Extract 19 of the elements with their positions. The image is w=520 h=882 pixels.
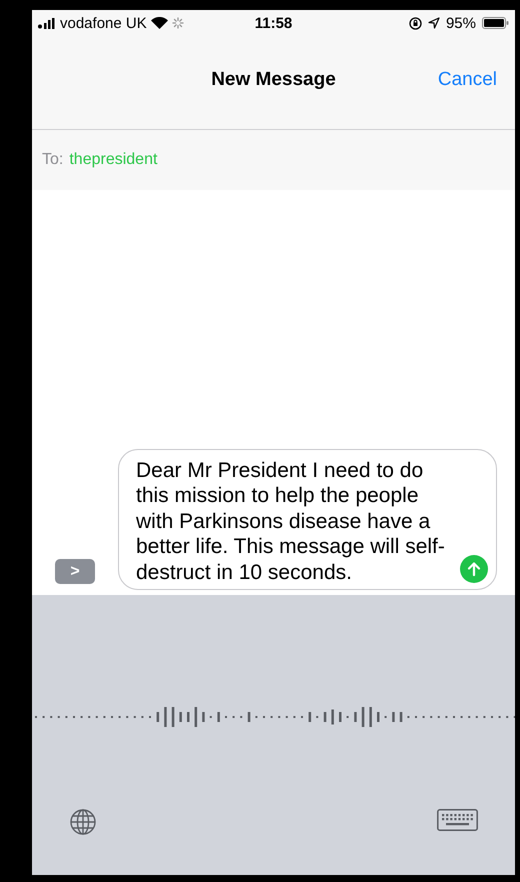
cancel-button[interactable]: Cancel bbox=[438, 69, 497, 91]
wifi-icon bbox=[150, 17, 168, 29]
message-field[interactable]: Dear Mr President I need to do this mission to help the people with Parkinsons disease have a better life. This message will self-destruct in 10 seconds. bbox=[118, 448, 497, 590]
battery-percent: 95% bbox=[446, 14, 476, 32]
carrier-name: vodafone UK bbox=[60, 14, 147, 32]
arrow-up-icon bbox=[466, 561, 482, 577]
recipient-name[interactable]: thepresident bbox=[69, 151, 158, 169]
screen-title: New Message bbox=[211, 68, 336, 90]
activity-spinner-icon bbox=[172, 17, 184, 29]
location-arrow-icon bbox=[428, 17, 440, 29]
keyboard-icon[interactable] bbox=[437, 809, 478, 831]
globe-icon[interactable] bbox=[70, 809, 96, 835]
status-time: 11:58 bbox=[254, 14, 292, 32]
signal-icon bbox=[38, 18, 56, 28]
rotation-lock-icon bbox=[408, 16, 422, 30]
to-label: To: bbox=[42, 151, 64, 169]
battery-icon bbox=[482, 17, 509, 29]
expand-button[interactable]: > bbox=[55, 559, 95, 584]
send-button[interactable] bbox=[460, 555, 488, 583]
